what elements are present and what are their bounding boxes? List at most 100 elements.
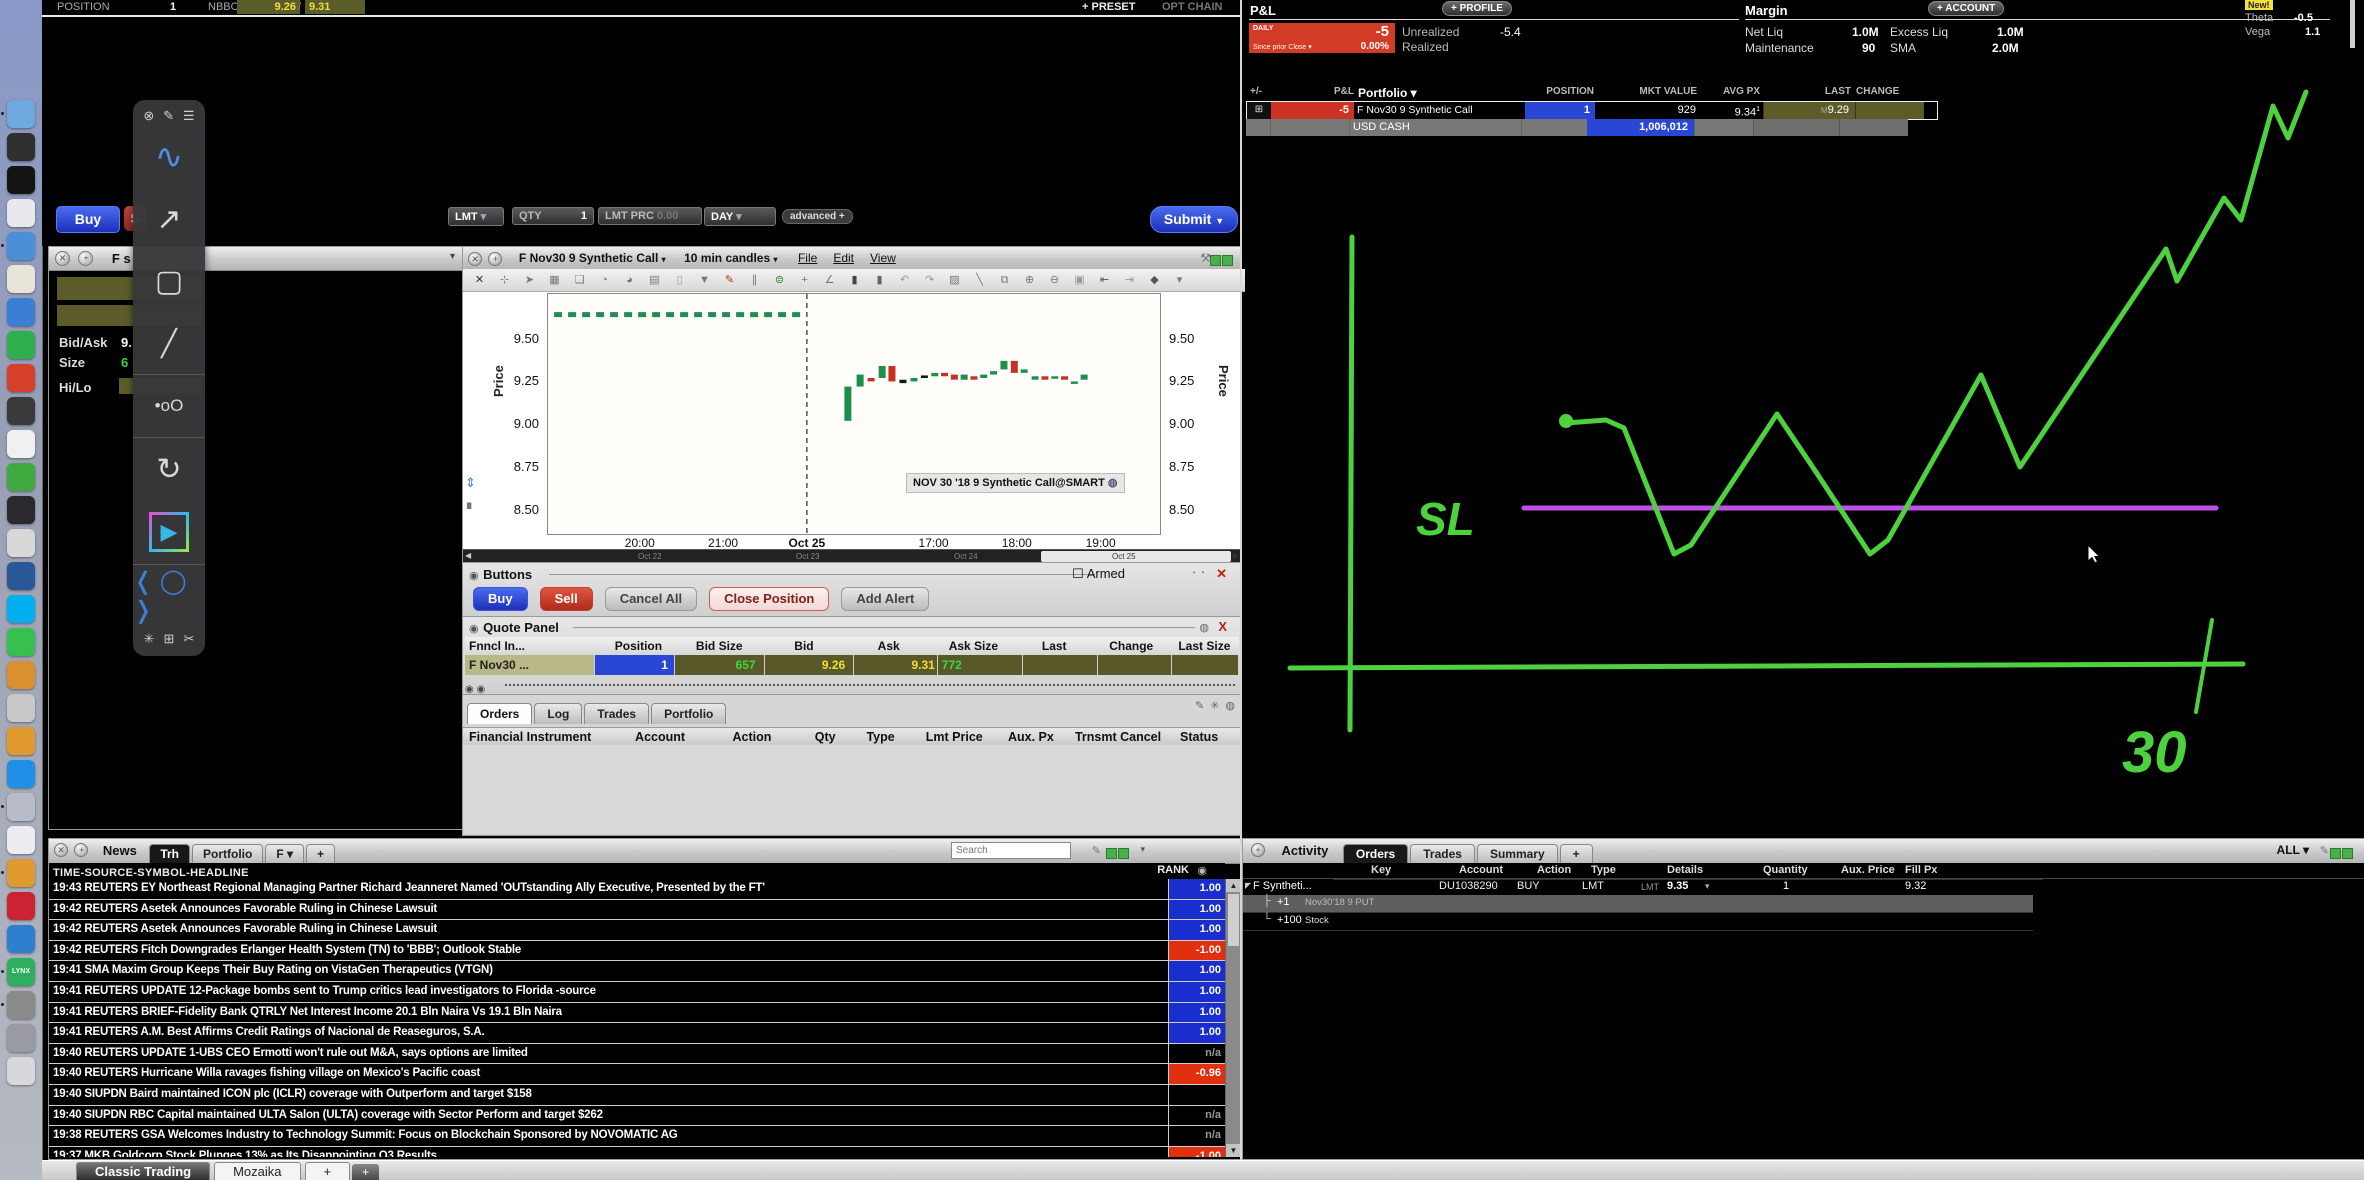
tab-portfolio[interactable]: Portfolio bbox=[651, 703, 726, 724]
fit-icon[interactable]: ▣ bbox=[1067, 269, 1092, 291]
folder-app-dock-icon[interactable] bbox=[7, 793, 35, 821]
news-row[interactable]: 19:40 REUTERS Hurricane Willa ravages fi… bbox=[49, 1064, 1225, 1085]
calendar-dock-icon[interactable] bbox=[7, 430, 35, 458]
news-row[interactable]: 19:37 MKB Goldcorp Stock Plunges 13% as … bbox=[49, 1147, 1225, 1157]
annotation-line-tool[interactable]: ╱ bbox=[133, 312, 205, 374]
scale-arrows-icon[interactable]: ⇕ bbox=[465, 475, 476, 491]
add-alert-button[interactable]: Add Alert bbox=[841, 587, 929, 611]
layers-icon[interactable]: ⧉ bbox=[992, 269, 1017, 291]
news-scrollbar[interactable]: ▲ ▼ bbox=[1225, 879, 1241, 1157]
quote-column-header[interactable]: Fnncl In... bbox=[465, 637, 600, 655]
annotation-play-tool[interactable]: ▶ bbox=[149, 512, 189, 552]
cancel-all-button[interactable]: Cancel All bbox=[605, 587, 697, 611]
globe-icon[interactable]: ◕ bbox=[617, 269, 642, 291]
limit-price-field[interactable]: LMT PRC 0.00 bbox=[598, 207, 702, 225]
orders-column-header[interactable]: Action bbox=[727, 728, 809, 746]
skype-dock-icon[interactable] bbox=[7, 595, 35, 623]
activity-column-header[interactable]: Fill Px bbox=[1905, 864, 1937, 876]
tab-[interactable]: + bbox=[306, 844, 335, 863]
volume-bars-icon[interactable]: ∥ bbox=[742, 269, 767, 291]
scroll-right-icon[interactable]: ▶ bbox=[1233, 551, 1239, 560]
chart-plot[interactable] bbox=[547, 293, 1161, 535]
news-row[interactable]: 19:40 SIUPDN Baird maintained ICON plc (… bbox=[49, 1085, 1225, 1106]
orders-column-header[interactable]: Type bbox=[860, 728, 919, 746]
honeycomb-2-dock-icon[interactable] bbox=[7, 859, 35, 887]
mini-bars-icon[interactable]: ∎ bbox=[465, 497, 473, 513]
grid-icon[interactable]: ▦ bbox=[542, 269, 567, 291]
pie-icon[interactable]: ◔ bbox=[592, 269, 617, 291]
news-row[interactable]: 19:41 REUTERS BRIEF-Fidelity Bank QTRLY … bbox=[49, 1003, 1225, 1024]
tab-trh[interactable]: Trh bbox=[149, 844, 190, 863]
tab-orders[interactable]: Orders bbox=[467, 703, 532, 724]
orders-column-header[interactable]: Qty bbox=[809, 728, 861, 746]
annotation-menu-icon[interactable]: ☰ bbox=[183, 108, 195, 124]
mail-dock-icon[interactable] bbox=[7, 199, 35, 227]
annotation-freehand-tool[interactable]: ∿ bbox=[133, 126, 205, 188]
chart-app-dock-icon[interactable] bbox=[7, 661, 35, 689]
trendline-icon[interactable]: ∠ bbox=[817, 269, 842, 291]
safari-dock-icon[interactable] bbox=[7, 232, 35, 260]
lynx-dock-icon[interactable]: LYNX bbox=[7, 958, 35, 986]
globe-icon[interactable]: ◍ bbox=[1225, 700, 1235, 712]
news-row[interactable]: 19:40 SIUPDN RBC Capital maintained ULTA… bbox=[49, 1106, 1225, 1127]
zoom-out-icon[interactable]: ⊖ bbox=[1042, 269, 1067, 291]
pin-icon[interactable]: ◔ ◔ bbox=[1190, 568, 1205, 579]
close-icon[interactable]: ✕ bbox=[54, 843, 68, 857]
close-icon[interactable]: ✕ bbox=[1216, 566, 1227, 582]
opt-chain-button[interactable]: OPT CHAIN bbox=[1162, 1, 1223, 13]
green-app-dock-icon[interactable] bbox=[7, 463, 35, 491]
news-row[interactable]: 19:42 REUTERS Asetek Announces Favorable… bbox=[49, 920, 1225, 941]
add-icon[interactable]: + bbox=[792, 269, 817, 291]
finder-dock-icon[interactable] bbox=[7, 100, 35, 128]
facetime-dock-icon[interactable] bbox=[7, 925, 35, 953]
screen-app-dock-icon[interactable] bbox=[7, 397, 35, 425]
scrollbar-thumb[interactable] bbox=[1227, 893, 1240, 947]
order-row[interactable]: ◤ F Syntheti... DU1038290 BUY LMT LMT 9.… bbox=[1243, 878, 2364, 896]
workspace-tab--[interactable]: + bbox=[305, 1162, 351, 1180]
quantity-field[interactable]: QTY1 bbox=[512, 207, 594, 225]
chart-interval-select[interactable]: 10 min candles ▾ bbox=[684, 251, 777, 265]
close-icon[interactable]: ✕ bbox=[55, 251, 70, 266]
activity-column-header[interactable]: Aux. Price bbox=[1841, 864, 1895, 876]
quote-column-header[interactable]: Ask Size bbox=[931, 637, 1016, 655]
add-icon[interactable]: + bbox=[78, 251, 93, 266]
advanced-button[interactable]: advanced + bbox=[782, 209, 853, 224]
order-type-select[interactable]: LMT ▾ bbox=[448, 207, 504, 226]
block-icon[interactable]: ▮ bbox=[842, 269, 867, 291]
annotate-icon[interactable]: ▨ bbox=[942, 269, 967, 291]
blue-app-dock-icon[interactable] bbox=[7, 298, 35, 326]
phone-app-dock-icon[interactable] bbox=[7, 628, 35, 656]
annotation-highlighter-icon[interactable]: ✎ bbox=[163, 108, 174, 124]
menu-view[interactable]: View bbox=[870, 251, 896, 265]
annotation-frame-icon[interactable]: ⊞ bbox=[164, 631, 175, 647]
order-leg-row[interactable]: ├+1Nov30'18 9 PUT bbox=[1243, 895, 2033, 913]
quote-column-header[interactable]: Bid bbox=[762, 637, 847, 655]
buy-button[interactable]: Buy bbox=[56, 206, 120, 233]
hand-icon[interactable]: ✳ bbox=[1210, 700, 1219, 712]
activity-column-header[interactable]: Quantity bbox=[1763, 864, 1808, 876]
tab-[interactable]: + bbox=[1560, 844, 1593, 863]
appstore-dock-icon[interactable] bbox=[7, 760, 35, 788]
quote-column-header[interactable]: Change bbox=[1093, 637, 1170, 655]
zoom-in-icon[interactable]: ⊕ bbox=[1017, 269, 1042, 291]
tab-trades[interactable]: Trades bbox=[584, 703, 649, 724]
workspace-tab-classic-trading[interactable]: Classic Trading bbox=[76, 1162, 210, 1180]
pen-icon[interactable]: ✎ bbox=[1092, 844, 1101, 857]
chrome-dock-icon[interactable] bbox=[7, 265, 35, 293]
record-app-dock-icon[interactable] bbox=[7, 166, 35, 194]
honeycomb-dock-icon[interactable] bbox=[7, 727, 35, 755]
news-row[interactable]: 19:41 REUTERS UPDATE 12-Package bombs se… bbox=[49, 982, 1225, 1003]
close-position-button[interactable]: Close Position bbox=[709, 587, 829, 611]
tab-orders[interactable]: Orders bbox=[1343, 844, 1408, 863]
news-app-dock-icon[interactable] bbox=[7, 529, 35, 557]
panel-toggle-icon[interactable]: ◉ bbox=[469, 623, 479, 635]
dropdown-icon[interactable]: ▼ bbox=[692, 269, 717, 291]
chevron-down-icon[interactable]: ▾ bbox=[450, 251, 455, 262]
news-row[interactable]: 19:38 REUTERS GSA Welcomes Industry to T… bbox=[49, 1126, 1225, 1147]
news-row[interactable]: 19:42 REUTERS Fitch Downgrades Erlanger … bbox=[49, 941, 1225, 962]
red-app-dock-icon[interactable] bbox=[7, 364, 35, 392]
activity-column-header[interactable]: Details bbox=[1667, 864, 1703, 876]
quote-column-header[interactable]: Bid Size bbox=[677, 637, 762, 655]
pen-icon[interactable]: ✎ bbox=[2320, 844, 2329, 857]
panel-icon[interactable]: ▯ bbox=[667, 269, 692, 291]
